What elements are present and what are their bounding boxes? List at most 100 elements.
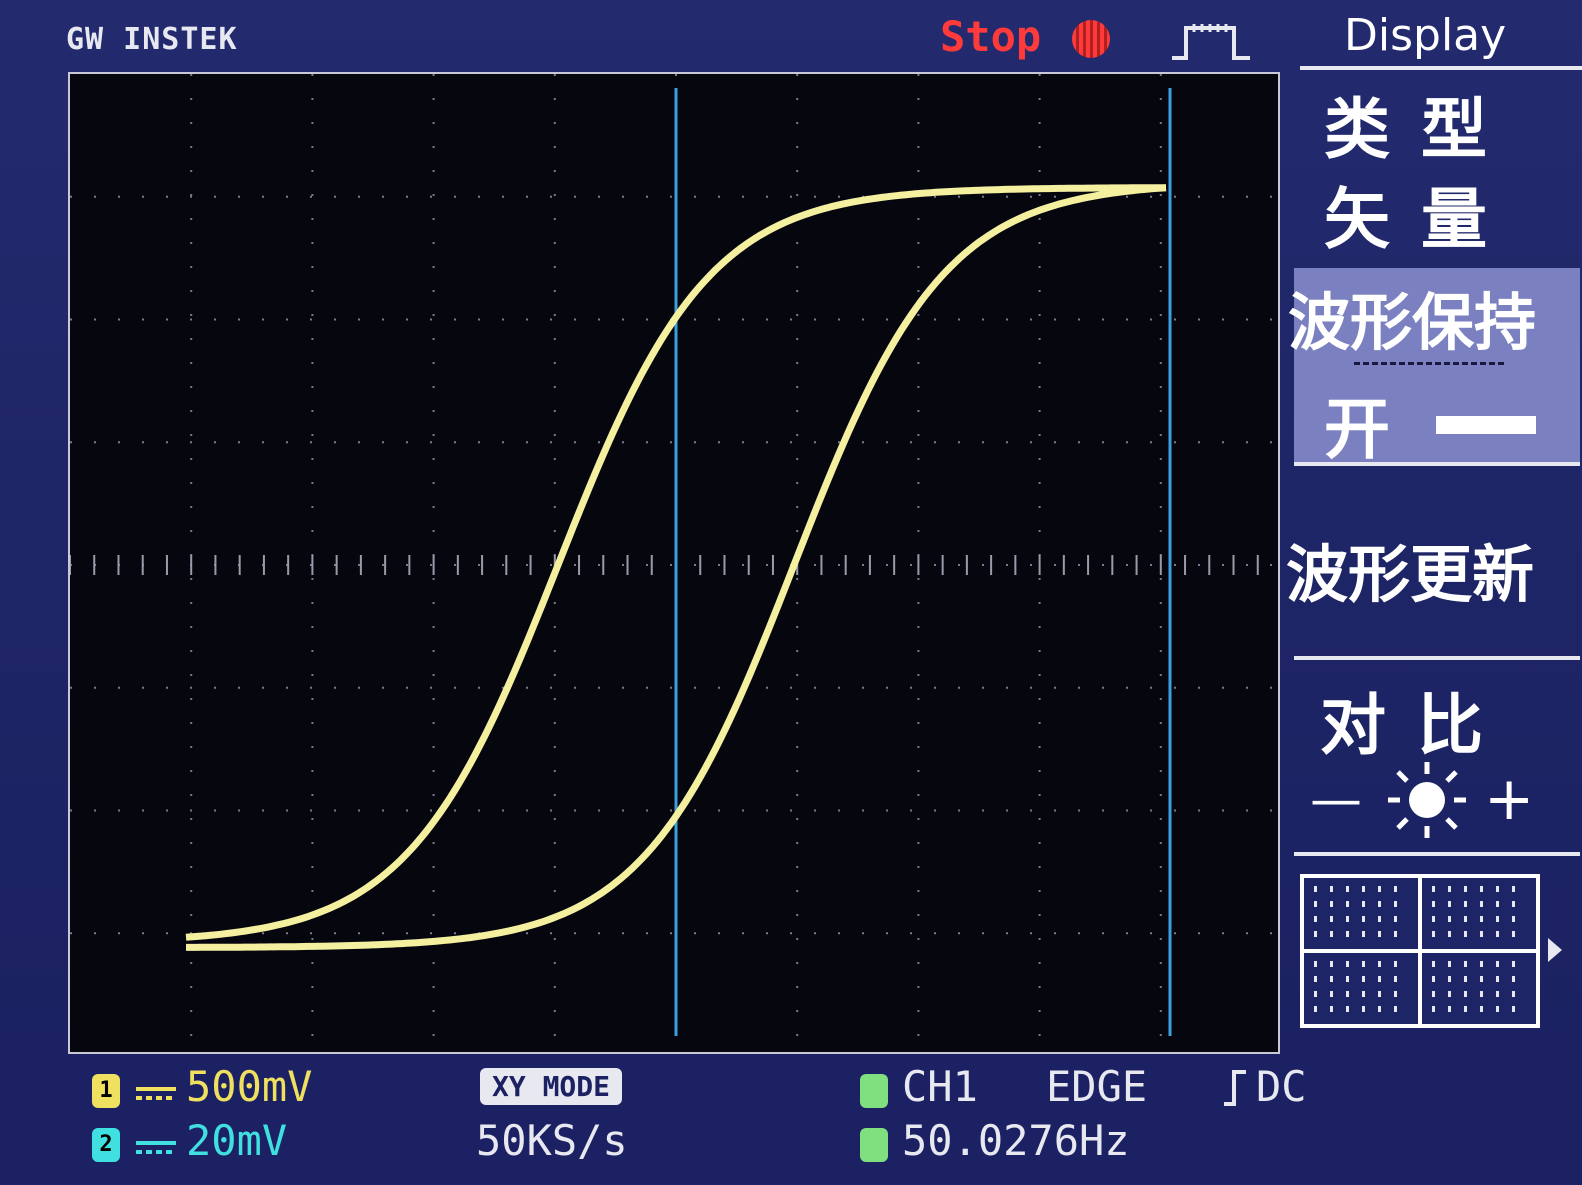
grid-icon-dot <box>1362 976 1365 982</box>
menu-type-value[interactable]: 矢 量 <box>1324 166 1491 262</box>
menu-contrast-label[interactable]: 对 比 <box>1320 672 1487 768</box>
grid-icon-dot <box>1464 886 1467 892</box>
grid-icon-dot <box>1362 1006 1365 1012</box>
grid-icon-dot <box>1432 1006 1435 1012</box>
menu-dashed-rule <box>1354 362 1504 365</box>
grid-icon-dot <box>1362 961 1365 967</box>
grid-icon-dot <box>1432 931 1435 937</box>
grid-icon-dot <box>1346 976 1349 982</box>
grid-icon-dot <box>1346 961 1349 967</box>
grid-icon[interactable] <box>1300 874 1540 1028</box>
grid-icon-dot <box>1346 1006 1349 1012</box>
grid-icon-dot <box>1330 961 1333 967</box>
grid-icon-dot <box>1394 976 1397 982</box>
menu-refresh-button[interactable]: 波形更新 <box>1286 524 1534 614</box>
grid-icon-dot <box>1448 901 1451 907</box>
trigger-pulse-icon <box>1172 24 1250 60</box>
grid-icon-dot <box>1480 901 1483 907</box>
ch2-indicator[interactable]: 2 <box>92 1128 120 1162</box>
oscilloscope-screen: GW INSTEK Stop Display 类 型 矢 量 波形保持 开 波形… <box>0 0 1582 1185</box>
grid-icon-dot <box>1330 901 1333 907</box>
menu-hold-value: 开 <box>1324 390 1394 468</box>
grid-icon-dot <box>1314 991 1317 997</box>
menu-divider <box>1294 656 1580 660</box>
grid-icon-dot <box>1362 991 1365 997</box>
grid-icon-dot <box>1512 916 1515 922</box>
grid-icon-dot <box>1464 976 1467 982</box>
grid-icon-dot <box>1330 886 1333 892</box>
grid-icon-dot <box>1378 991 1381 997</box>
grid-icon-dot <box>1330 991 1333 997</box>
ch1-indicator[interactable]: 1 <box>92 1074 120 1108</box>
trigger-coupling: DC <box>1256 1062 1307 1111</box>
stop-dot-icon <box>1072 20 1110 58</box>
grid-icon-dot <box>1448 886 1451 892</box>
grid-icon-dot <box>1378 976 1381 982</box>
menu-divider <box>1300 66 1582 70</box>
grid-icon-dot <box>1432 916 1435 922</box>
grid-icon-dot <box>1394 1006 1397 1012</box>
dc-coupling-icon <box>136 1087 176 1100</box>
grid-icon-dot <box>1480 886 1483 892</box>
grid-icon-dot <box>1496 886 1499 892</box>
run-status[interactable]: Stop <box>940 12 1041 61</box>
grid-icon-dot <box>1346 901 1349 907</box>
grid-icon-dot <box>1378 916 1381 922</box>
status-bar: 1 500mV 2 20mV XY MODE 50KS/s CH1 EDGE D… <box>0 1060 1582 1185</box>
grid-icon-dot <box>1330 931 1333 937</box>
contrast-minus[interactable]: — <box>1310 770 1362 830</box>
grid-icon-dot <box>1432 886 1435 892</box>
rising-edge-icon <box>1224 1070 1246 1106</box>
contrast-plus[interactable]: + <box>1484 764 1534 834</box>
grid-icon-dot <box>1464 901 1467 907</box>
menu-type-label[interactable]: 类 型 <box>1324 76 1491 172</box>
xy-mode-badge: XY MODE <box>480 1068 623 1105</box>
grid-icon-dot <box>1448 916 1451 922</box>
grid-icon-dot <box>1394 901 1397 907</box>
grid-icon-dot <box>1314 916 1317 922</box>
grid-icon-dot <box>1378 886 1381 892</box>
grid-icon-dot <box>1314 1006 1317 1012</box>
grid-icon-dot <box>1432 991 1435 997</box>
grid-icon-dot <box>1394 991 1397 997</box>
grid-icon-dot <box>1394 961 1397 967</box>
grid-icon-dot <box>1314 931 1317 937</box>
grid-icon-dot <box>1512 976 1515 982</box>
grid-icon-dot <box>1480 976 1483 982</box>
grid-icon-dot <box>1314 901 1317 907</box>
grid-icon-dot <box>1480 916 1483 922</box>
grid-icon-dot <box>1362 886 1365 892</box>
grid-icon-dot <box>1512 901 1515 907</box>
brand-logo: GW INSTEK <box>66 22 238 57</box>
grid-icon-dot <box>1448 991 1451 997</box>
grid-icon-dot <box>1346 916 1349 922</box>
grid-icon-dot <box>1346 886 1349 892</box>
menu-divider <box>1294 852 1580 856</box>
dc-coupling-icon <box>136 1141 176 1154</box>
grid-icon-dot <box>1496 991 1499 997</box>
grid-icon-dot <box>1448 961 1451 967</box>
ch2-scale: 20mV <box>186 1116 288 1165</box>
grid-icon-dot <box>1330 916 1333 922</box>
display-menu: Display 类 型 矢 量 波形保持 开 波形更新 对 比 — + <box>1284 0 1582 1060</box>
grid-icon-dot <box>1432 901 1435 907</box>
ch1-scale: 500mV <box>186 1062 313 1111</box>
grid-icon-dot <box>1496 1006 1499 1012</box>
grid-icon-dot <box>1464 961 1467 967</box>
frequency-indicator <box>860 1128 888 1162</box>
grid-icon-dot <box>1432 961 1435 967</box>
brightness-sun-icon <box>1388 762 1466 838</box>
grid-icon-dot <box>1314 976 1317 982</box>
grid-icon-dot <box>1378 901 1381 907</box>
grid-icon-dot <box>1496 976 1499 982</box>
grid-icon-dot <box>1512 931 1515 937</box>
grid-icon-dot <box>1314 961 1317 967</box>
grid-icon-dot <box>1394 931 1397 937</box>
grid-icon-dot <box>1362 931 1365 937</box>
grid-icon-dot <box>1512 991 1515 997</box>
waveform-svg <box>70 74 1282 1056</box>
grid-icon-dot <box>1464 1006 1467 1012</box>
grid-icon-dot <box>1512 961 1515 967</box>
grid-icon-dot <box>1480 991 1483 997</box>
menu-arrow-icon[interactable] <box>1546 936 1564 964</box>
